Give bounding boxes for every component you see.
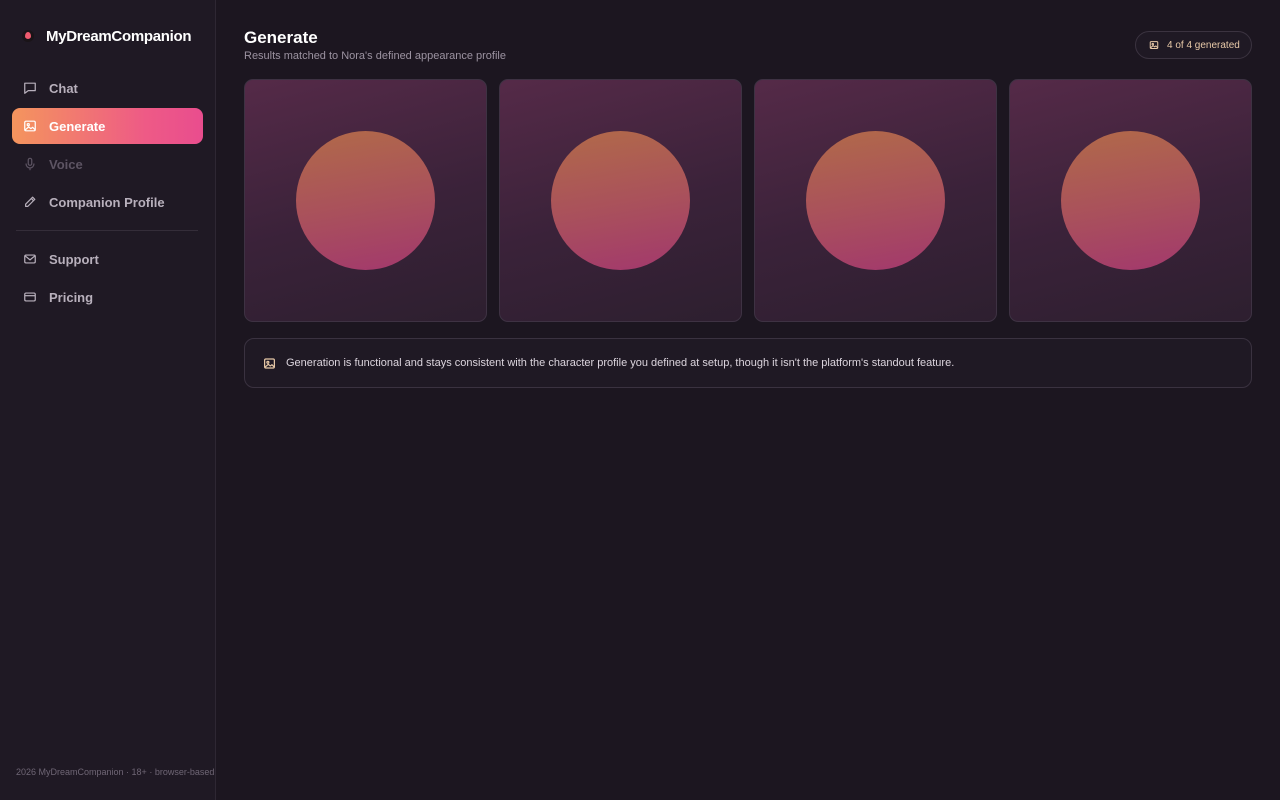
generated-image-card[interactable] <box>244 79 487 322</box>
image-placeholder <box>1061 131 1200 270</box>
sidebar-item-label: Companion Profile <box>49 194 165 210</box>
chat-icon <box>24 82 36 94</box>
sidebar-item-chat[interactable]: Chat <box>12 70 203 106</box>
flame-logo-icon <box>22 30 34 42</box>
sidebar-item-label: Voice <box>49 156 83 172</box>
pencil-icon <box>25 196 36 207</box>
generated-count-badge: 4 of 4 generated <box>1135 31 1252 59</box>
brand[interactable]: MyDreamCompanion <box>22 26 192 46</box>
info-note: Generation is functional and stays consi… <box>244 338 1252 388</box>
sidebar-item-label: Pricing <box>49 289 94 305</box>
sidebar-item-label: Generate <box>49 118 106 134</box>
image-placeholder <box>551 131 690 270</box>
brand-name: MyDreamCompanion <box>46 27 192 45</box>
image-icon <box>264 357 275 369</box>
generated-image-card[interactable] <box>754 79 997 322</box>
sidebar-item-companion-profile[interactable]: Companion Profile <box>12 184 203 220</box>
main-content: Generate Results matched to Nora's defin… <box>216 0 1280 800</box>
image-placeholder <box>296 131 435 270</box>
generated-image-card[interactable] <box>499 79 742 322</box>
sidebar: MyDreamCompanion Chat Generate Voice Com… <box>0 0 216 800</box>
sidebar-divider <box>16 230 198 231</box>
image-icon <box>1149 41 1159 49</box>
image-placeholder <box>806 131 945 270</box>
sidebar-item-voice: Voice <box>12 146 203 182</box>
generated-image-card[interactable] <box>1009 79 1252 322</box>
sidebar-item-support[interactable]: Support <box>12 241 203 277</box>
sidebar-footer: 2026 MyDreamCompanion · 18+ · browser-ba… <box>16 767 215 777</box>
info-note-text: Generation is functional and stays consi… <box>286 357 955 369</box>
page-title: Generate <box>244 28 318 47</box>
credit-card-icon <box>24 292 36 302</box>
microphone-icon <box>25 157 35 171</box>
sidebar-item-pricing[interactable]: Pricing <box>12 279 203 315</box>
sidebar-item-generate[interactable]: Generate <box>12 108 203 144</box>
page-subtitle: Results matched to Nora's defined appear… <box>244 50 506 62</box>
badge-label: 4 of 4 generated <box>1167 39 1240 51</box>
sidebar-item-label: Support <box>49 251 99 267</box>
mail-icon <box>24 254 36 264</box>
image-icon <box>24 120 36 132</box>
sidebar-item-label: Chat <box>49 80 78 96</box>
